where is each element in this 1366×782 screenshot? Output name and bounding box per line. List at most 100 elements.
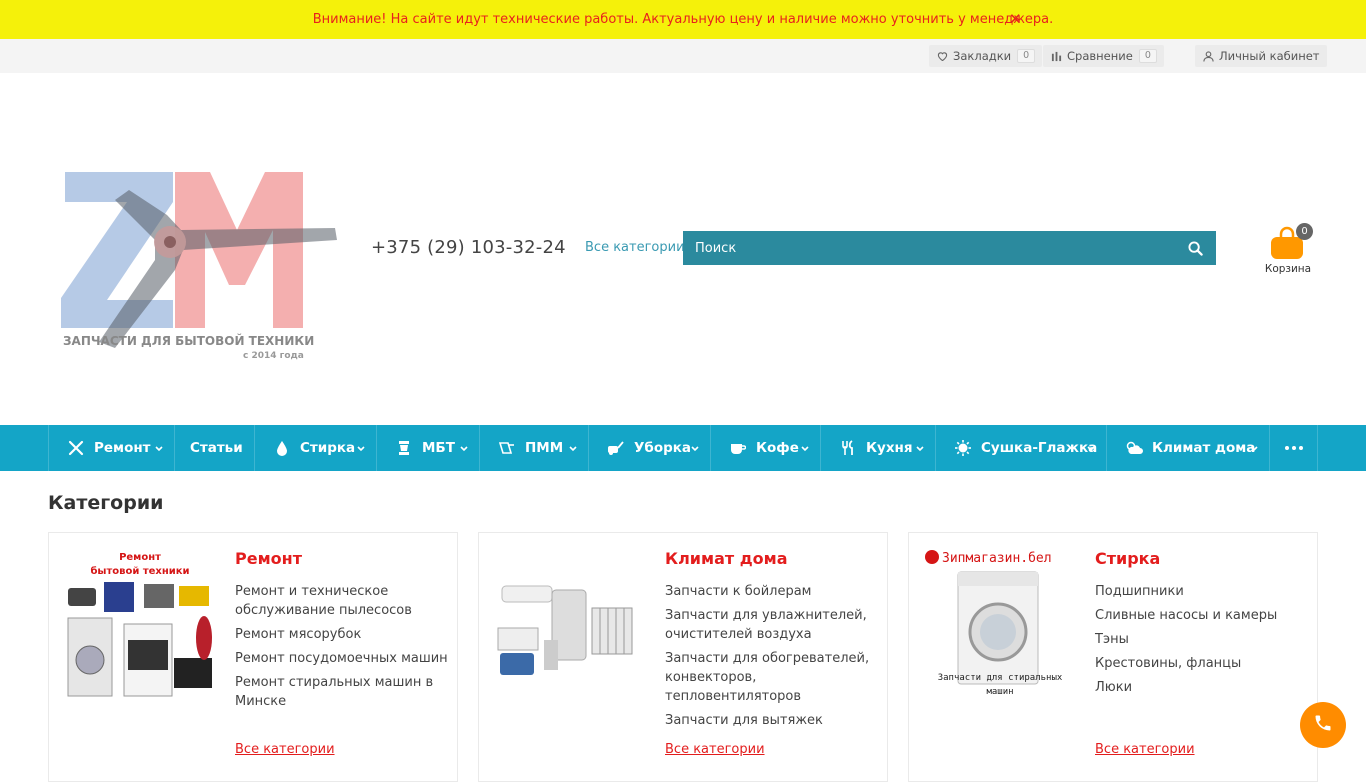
cart-label: Корзина [1264,263,1312,275]
drop-icon [273,439,291,457]
more-menu-icon[interactable] [1269,425,1318,471]
menu-item-stirka[interactable]: Стирка [254,425,376,471]
category-image[interactable]: Ремонт бытовой техники [64,548,216,700]
compare-label: Сравнение [1067,49,1133,63]
svg-text:Запчасти для стиральных: Запчасти для стиральных [938,673,1063,683]
menu-label: Уборка [634,440,692,456]
menu-item-pmm[interactable]: ПММ [479,425,588,471]
bookmarks-button[interactable]: Закладки 0 [929,45,1043,67]
category-card-klimat-doma: Климат дома Запчасти к бойлерам Запчасти… [478,532,888,782]
list-item[interactable]: Тэны [1095,630,1310,649]
dishwasher-icon [498,439,516,457]
all-categories-link[interactable]: Все категории [665,742,765,757]
menu-label: Кофе [756,440,799,456]
svg-text:машин: машин [986,687,1013,697]
menu-item-uborka[interactable]: Уборка [588,425,710,471]
menu-item-kuhnya[interactable]: Кухня [820,425,935,471]
categories-title: Категории [48,492,164,514]
call-button[interactable] [1300,702,1346,748]
category-card-stirka: Зипмагазин.бел Запчасти для стиральных м… [908,532,1318,782]
menu-item-klimat-doma[interactable]: Климат дома [1106,425,1269,471]
list-item[interactable]: Запчасти для увлажнителей, очистителей в… [665,606,880,644]
phone-icon [1313,713,1333,737]
menu-label: Сушка-Глажка [981,440,1098,456]
phone-number[interactable]: +375 (29) 103-32-24 [371,237,566,258]
category-image[interactable] [494,548,646,700]
list-item[interactable]: Запчасти для обогревателей, конвекторов,… [665,649,880,706]
chevron-down-icon [800,442,810,458]
header: ЗАПЧАСТИ ДЛЯ БЫТОВОЙ ТЕХНИКИ с 2014 года… [0,73,1366,425]
list-item[interactable]: Подшипники [1095,582,1310,601]
sun-icon [954,439,972,457]
list-item[interactable]: Ремонт посудомоечных машин [235,649,450,668]
list-item[interactable]: Запчасти для вытяжек [665,711,880,730]
svg-text:бытовой техники: бытовой техники [90,565,189,577]
menu-label: МБТ [422,440,455,456]
chevron-down-icon [1249,442,1259,458]
close-icon[interactable]: ✕ [1009,10,1022,28]
search-icon[interactable] [1174,231,1216,265]
menu-label: Кухня [866,440,913,456]
notice-bar: Внимание! На сайте идут технические рабо… [0,0,1366,39]
chevron-down-icon [568,442,578,458]
bookmarks-count: 0 [1017,49,1036,63]
svg-text:Зипмагазин.бел: Зипмагазин.бел [942,551,1052,566]
vacuum-icon [607,439,625,457]
cart-button[interactable]: 0 Корзина [1262,221,1314,281]
list-item[interactable]: Ремонт стиральных машин в Минске [235,673,450,711]
all-categories-link[interactable]: Все категории [1095,742,1195,757]
menu-label: Стирка [300,440,356,456]
category-title[interactable]: Стирка [1095,549,1160,568]
account-button[interactable]: Личный кабинет [1195,45,1327,67]
list-item[interactable]: Ремонт мясорубок [235,625,450,644]
category-list: Подшипники Сливные насосы и камеры Тэны … [1095,582,1310,702]
cloud-sun-icon [1125,439,1143,457]
menu-label: ПММ [525,440,564,456]
chevron-down-icon [690,442,700,458]
all-categories-link[interactable]: Все категории [235,742,335,757]
chevron-down-icon [356,442,366,458]
cutlery-icon [839,439,857,457]
wrench-icon [67,439,85,457]
account-label: Личный кабинет [1219,49,1320,63]
category-title[interactable]: Ремонт [235,549,302,568]
chevron-down-icon [915,442,925,458]
coffee-icon [729,439,747,457]
user-icon [1202,50,1214,62]
notice-text: Внимание! На сайте идут технические рабо… [312,12,1054,27]
list-item[interactable]: Люки [1095,678,1310,697]
menu-item-remont[interactable]: Ремонт [48,425,174,471]
chevron-down-icon [154,442,164,458]
chevron-down-icon [1086,442,1096,458]
chevron-down-icon [459,442,469,458]
menu-label: Ремонт [94,440,151,456]
menu-item-stati[interactable]: Статьи [174,425,254,471]
list-item[interactable]: Ремонт и техническое обслуживание пылесо… [235,582,450,620]
cart-count: 0 [1296,223,1313,240]
compare-button[interactable]: Сравнение 0 [1043,45,1164,67]
logo-subtext: с 2014 года [243,351,304,360]
menu-item-kofe[interactable]: Кофе [710,425,820,471]
category-image[interactable]: Зипмагазин.бел Запчасти для стиральных м… [924,548,1076,700]
list-item[interactable]: Крестовины, фланцы [1095,654,1310,673]
top-bar: Закладки 0 Сравнение 0 Личный кабинет [0,39,1366,73]
menu-item-mbt[interactable]: МБТ [376,425,479,471]
category-list: Ремонт и техническое обслуживание пылесо… [235,582,450,716]
menu-item-sushka-glazhka[interactable]: Сушка-Глажка [935,425,1106,471]
menu-label: Климат дома [1152,440,1256,456]
site-logo[interactable]: ЗАПЧАСТИ ДЛЯ БЫТОВОЙ ТЕХНИКИ с 2014 года [55,160,340,361]
blender-icon [395,439,413,457]
svg-text:Ремонт: Ремонт [119,552,161,563]
logo-text: ЗАПЧАСТИ ДЛЯ БЫТОВОЙ ТЕХНИКИ [63,333,314,348]
main-menu: Ремонт Статьи Стирка МБТ ПММ Уборка Кофе… [0,425,1366,471]
search-input[interactable] [683,231,1174,265]
category-title[interactable]: Климат дома [665,549,788,568]
list-item[interactable]: Запчасти к бойлерам [665,582,880,601]
list-item[interactable]: Сливные насосы и камеры [1095,606,1310,625]
bar-chart-icon [1050,50,1062,62]
category-card-remont: Ремонт бытовой техники Ремонт Ремонт и т… [48,532,458,782]
heart-icon [936,50,948,62]
bookmarks-label: Закладки [953,49,1012,63]
category-list: Запчасти к бойлерам Запчасти для увлажни… [665,582,880,735]
all-categories-dropdown[interactable]: Все категории [585,240,685,255]
